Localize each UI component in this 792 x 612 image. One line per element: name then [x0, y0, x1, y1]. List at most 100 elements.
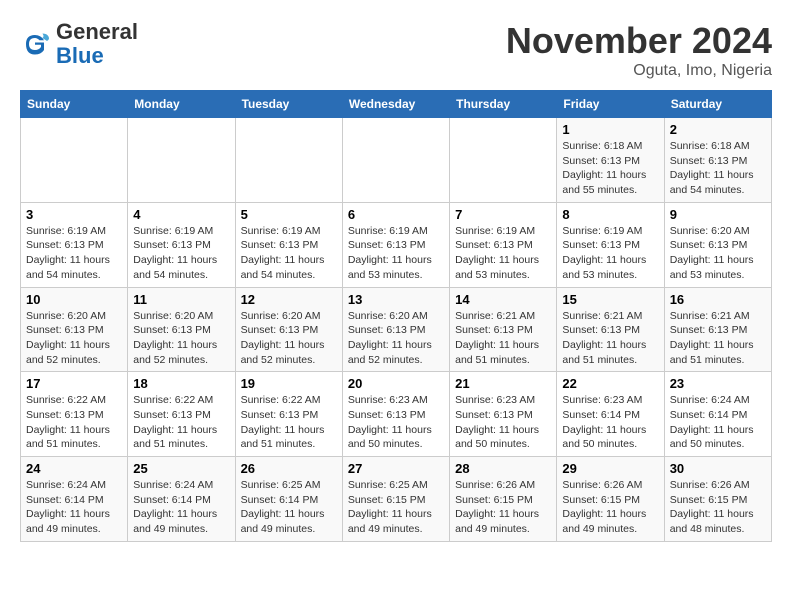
- week-row-4: 17 Sunrise: 6:22 AM Sunset: 6:13 PM Dayli…: [21, 372, 772, 457]
- day-number: 23: [670, 376, 766, 391]
- day-detail: Sunrise: 6:24 AM Sunset: 6:14 PM Dayligh…: [26, 478, 122, 537]
- day-detail: Sunrise: 6:23 AM Sunset: 6:13 PM Dayligh…: [455, 393, 551, 452]
- day-detail: Sunrise: 6:21 AM Sunset: 6:13 PM Dayligh…: [455, 309, 551, 368]
- calendar-cell: 9 Sunrise: 6:20 AM Sunset: 6:13 PM Daylig…: [664, 202, 771, 287]
- day-detail: Sunrise: 6:21 AM Sunset: 6:13 PM Dayligh…: [562, 309, 658, 368]
- calendar-cell: 24 Sunrise: 6:24 AM Sunset: 6:14 PM Dayli…: [21, 457, 128, 542]
- day-detail: Sunrise: 6:18 AM Sunset: 6:13 PM Dayligh…: [562, 139, 658, 198]
- calendar-cell: 15 Sunrise: 6:21 AM Sunset: 6:13 PM Dayli…: [557, 287, 664, 372]
- day-number: 18: [133, 376, 229, 391]
- day-number: 4: [133, 207, 229, 222]
- day-number: 14: [455, 292, 551, 307]
- calendar-cell: 7 Sunrise: 6:19 AM Sunset: 6:13 PM Daylig…: [450, 202, 557, 287]
- day-number: 16: [670, 292, 766, 307]
- calendar-cell: 11 Sunrise: 6:20 AM Sunset: 6:13 PM Dayli…: [128, 287, 235, 372]
- day-number: 12: [241, 292, 337, 307]
- month-title: November 2024: [506, 20, 772, 62]
- calendar-cell: 28Sunrise: 6:26 AM Sunset: 6:15 PM Dayli…: [450, 457, 557, 542]
- day-number: 2: [670, 122, 766, 137]
- calendar-cell: 23 Sunrise: 6:24 AM Sunset: 6:14 PM Dayli…: [664, 372, 771, 457]
- day-detail: Sunrise: 6:20 AM Sunset: 6:13 PM Dayligh…: [670, 224, 766, 283]
- day-detail: Sunrise: 6:23 AM Sunset: 6:13 PM Dayligh…: [348, 393, 444, 452]
- calendar-cell: 20 Sunrise: 6:23 AM Sunset: 6:13 PM Dayli…: [342, 372, 449, 457]
- title-section: November 2024 Oguta, Imo, Nigeria: [506, 20, 772, 80]
- day-number: 17: [26, 376, 122, 391]
- calendar-cell: [450, 118, 557, 203]
- day-number: 13: [348, 292, 444, 307]
- calendar-cell: [235, 118, 342, 203]
- calendar-cell: 17 Sunrise: 6:22 AM Sunset: 6:13 PM Dayli…: [21, 372, 128, 457]
- day-detail: Sunrise: 6:26 AM Sunset: 6:15 PM Dayligh…: [562, 478, 658, 537]
- header-day-friday: Friday: [557, 91, 664, 118]
- header: General Blue November 2024 Oguta, Imo, N…: [20, 20, 772, 80]
- calendar-cell: 30 Sunrise: 6:26 AM Sunset: 6:15 PM Dayli…: [664, 457, 771, 542]
- header-day-tuesday: Tuesday: [235, 91, 342, 118]
- header-day-saturday: Saturday: [664, 91, 771, 118]
- day-detail: Sunrise: 6:26 AM Sunset: 6:15 PM Dayligh…: [670, 478, 766, 537]
- day-number: 6: [348, 207, 444, 222]
- calendar-cell: [21, 118, 128, 203]
- day-detail: Sunrise: 6:24 AM Sunset: 6:14 PM Dayligh…: [670, 393, 766, 452]
- week-row-1: 1 Sunrise: 6:18 AM Sunset: 6:13 PM Daylig…: [21, 118, 772, 203]
- day-detail: Sunrise: 6:21 AM Sunset: 6:13 PM Dayligh…: [670, 309, 766, 368]
- calendar-cell: 10Sunrise: 6:20 AM Sunset: 6:13 PM Dayli…: [21, 287, 128, 372]
- calendar-cell: [342, 118, 449, 203]
- week-row-2: 3 Sunrise: 6:19 AM Sunset: 6:13 PM Daylig…: [21, 202, 772, 287]
- header-day-monday: Monday: [128, 91, 235, 118]
- day-number: 26: [241, 461, 337, 476]
- day-number: 15: [562, 292, 658, 307]
- day-number: 25: [133, 461, 229, 476]
- calendar-cell: 27Sunrise: 6:25 AM Sunset: 6:15 PM Dayli…: [342, 457, 449, 542]
- header-day-thursday: Thursday: [450, 91, 557, 118]
- day-number: 7: [455, 207, 551, 222]
- day-number: 3: [26, 207, 122, 222]
- calendar-cell: 6Sunrise: 6:19 AM Sunset: 6:13 PM Daylig…: [342, 202, 449, 287]
- calendar-cell: 1 Sunrise: 6:18 AM Sunset: 6:13 PM Daylig…: [557, 118, 664, 203]
- day-number: 28: [455, 461, 551, 476]
- day-detail: Sunrise: 6:22 AM Sunset: 6:13 PM Dayligh…: [133, 393, 229, 452]
- calendar-cell: 29Sunrise: 6:26 AM Sunset: 6:15 PM Dayli…: [557, 457, 664, 542]
- day-detail: Sunrise: 6:25 AM Sunset: 6:14 PM Dayligh…: [241, 478, 337, 537]
- calendar-cell: 5 Sunrise: 6:19 AM Sunset: 6:13 PM Daylig…: [235, 202, 342, 287]
- day-detail: Sunrise: 6:19 AM Sunset: 6:13 PM Dayligh…: [455, 224, 551, 283]
- day-number: 27: [348, 461, 444, 476]
- calendar-table: SundayMondayTuesdayWednesdayThursdayFrid…: [20, 90, 772, 542]
- calendar-cell: [128, 118, 235, 203]
- day-detail: Sunrise: 6:22 AM Sunset: 6:13 PM Dayligh…: [26, 393, 122, 452]
- calendar-cell: 18 Sunrise: 6:22 AM Sunset: 6:13 PM Dayli…: [128, 372, 235, 457]
- logo-text: General Blue: [56, 20, 138, 68]
- calendar-cell: 2 Sunrise: 6:18 AM Sunset: 6:13 PM Daylig…: [664, 118, 771, 203]
- calendar-cell: 3 Sunrise: 6:19 AM Sunset: 6:13 PM Daylig…: [21, 202, 128, 287]
- day-detail: Sunrise: 6:23 AM Sunset: 6:14 PM Dayligh…: [562, 393, 658, 452]
- day-detail: Sunrise: 6:20 AM Sunset: 6:13 PM Dayligh…: [348, 309, 444, 368]
- calendar-cell: 25Sunrise: 6:24 AM Sunset: 6:14 PM Dayli…: [128, 457, 235, 542]
- calendar-cell: 19Sunrise: 6:22 AM Sunset: 6:13 PM Dayli…: [235, 372, 342, 457]
- logo-icon: [20, 29, 50, 59]
- calendar-cell: 16 Sunrise: 6:21 AM Sunset: 6:13 PM Dayli…: [664, 287, 771, 372]
- day-number: 1: [562, 122, 658, 137]
- day-detail: Sunrise: 6:19 AM Sunset: 6:13 PM Dayligh…: [562, 224, 658, 283]
- day-number: 21: [455, 376, 551, 391]
- day-detail: Sunrise: 6:22 AM Sunset: 6:13 PM Dayligh…: [241, 393, 337, 452]
- header-day-sunday: Sunday: [21, 91, 128, 118]
- day-detail: Sunrise: 6:20 AM Sunset: 6:13 PM Dayligh…: [26, 309, 122, 368]
- calendar-cell: 4Sunrise: 6:19 AM Sunset: 6:13 PM Daylig…: [128, 202, 235, 287]
- day-detail: Sunrise: 6:18 AM Sunset: 6:13 PM Dayligh…: [670, 139, 766, 198]
- calendar-cell: 14 Sunrise: 6:21 AM Sunset: 6:13 PM Dayli…: [450, 287, 557, 372]
- day-number: 5: [241, 207, 337, 222]
- day-detail: Sunrise: 6:19 AM Sunset: 6:13 PM Dayligh…: [241, 224, 337, 283]
- day-detail: Sunrise: 6:20 AM Sunset: 6:13 PM Dayligh…: [133, 309, 229, 368]
- day-number: 30: [670, 461, 766, 476]
- day-number: 20: [348, 376, 444, 391]
- day-number: 22: [562, 376, 658, 391]
- day-number: 9: [670, 207, 766, 222]
- calendar-cell: 26 Sunrise: 6:25 AM Sunset: 6:14 PM Dayli…: [235, 457, 342, 542]
- day-number: 24: [26, 461, 122, 476]
- calendar-cell: 8 Sunrise: 6:19 AM Sunset: 6:13 PM Daylig…: [557, 202, 664, 287]
- day-detail: Sunrise: 6:20 AM Sunset: 6:13 PM Dayligh…: [241, 309, 337, 368]
- calendar-cell: 13 Sunrise: 6:20 AM Sunset: 6:13 PM Dayli…: [342, 287, 449, 372]
- day-number: 11: [133, 292, 229, 307]
- subtitle: Oguta, Imo, Nigeria: [506, 62, 772, 80]
- day-number: 8: [562, 207, 658, 222]
- day-detail: Sunrise: 6:19 AM Sunset: 6:13 PM Dayligh…: [26, 224, 122, 283]
